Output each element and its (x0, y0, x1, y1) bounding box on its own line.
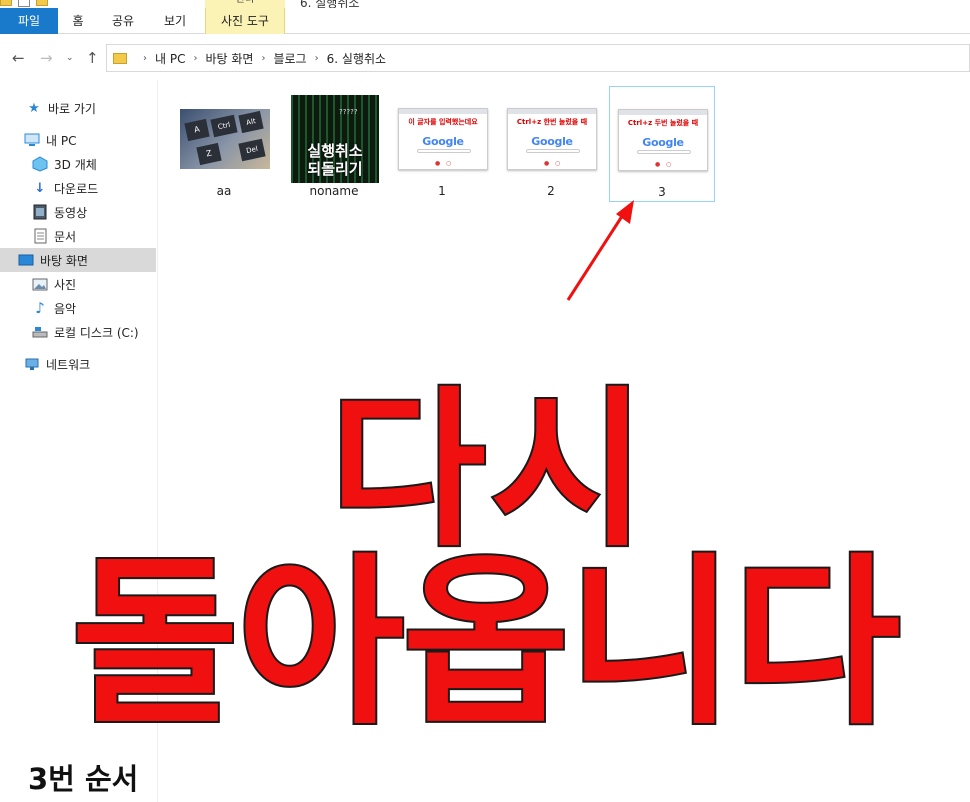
sidebar-item-label: 음악 (54, 301, 77, 316)
file-item-3[interactable]: Ctrl+z 두번 눌렀을 때 Google ● ○ 3 (609, 86, 715, 202)
thumb-note: Ctrl+z 두번 눌렀을 때 (627, 119, 699, 127)
key-label: Del (238, 138, 266, 162)
image-thumbnail: 이 글자를 입력했는데요 Google ● ○ (398, 94, 488, 184)
ribbon-tabs: 파일 홈 공유 보기 사진 도구 (0, 8, 970, 34)
address-bar[interactable]: › 내 PC › 바탕 화면 › 블로그 › 6. 실행취소 (106, 44, 970, 72)
sidebar-item-label: 바탕 화면 (40, 253, 88, 268)
image-thumbnail: Ctrl+z 한번 눌렀을 때 Google ● ○ (507, 94, 597, 184)
pc-icon (24, 132, 40, 148)
matrix-image: ????? 실행취소 되돌리기 (291, 95, 379, 183)
key-label: Z (196, 142, 222, 166)
breadcrumb-current[interactable]: 6. 실행취소 (327, 50, 386, 67)
breadcrumb-separator-icon: › (193, 52, 198, 64)
properties-icon[interactable] (18, 0, 30, 7)
browser-screenshot: Ctrl+z 두번 눌렀을 때 Google ● ○ (618, 109, 708, 171)
desktop-icon (18, 252, 34, 268)
browser-screenshot: Ctrl+z 한번 눌렀을 때 Google ● ○ (507, 108, 597, 170)
tab-file[interactable]: 파일 (0, 8, 58, 34)
video-icon (32, 204, 48, 220)
file-item-aa[interactable]: A Ctrl Alt Z Del aa (172, 86, 278, 202)
file-name: aa (216, 184, 232, 198)
google-logo: Google (422, 135, 464, 148)
browser-screenshot: 이 글자를 입력했는데요 Google ● ○ (398, 108, 488, 170)
music-icon: ♪ (35, 299, 45, 317)
title-bar: 관리 6. 실행취소 (0, 0, 970, 10)
step-caption: 3번 순서 (28, 756, 139, 798)
file-item-noname[interactable]: ????? 실행취소 되돌리기 noname (282, 86, 388, 202)
tab-view[interactable]: 보기 (150, 8, 200, 34)
sidebar-item-this-pc[interactable]: 내 PC (0, 128, 156, 152)
overlay-heading-line2: 돌아옵니다 (69, 535, 902, 751)
sidebar-item-downloads[interactable]: ↓ 다운로드 (0, 176, 156, 200)
file-name: noname (309, 184, 359, 198)
context-group-label: 관리 (205, 0, 285, 8)
forward-arrow-icon[interactable]: → (40, 49, 53, 67)
cube-icon (32, 156, 48, 172)
sidebar-item-documents[interactable]: 문서 (0, 224, 156, 248)
star-icon: ★ (28, 100, 40, 116)
image-thumbnail: A Ctrl Alt Z Del (180, 94, 270, 184)
download-icon: ↓ (34, 180, 46, 196)
sidebar-item-quick-access[interactable]: ★ 바로 가기 (0, 96, 156, 120)
tab-picture-tools[interactable]: 사진 도구 (205, 8, 285, 34)
sidebar-item-pictures[interactable]: 사진 (0, 272, 156, 296)
key-label: A (184, 118, 210, 142)
thumb-note: Ctrl+z 한번 눌렀을 때 (516, 118, 588, 126)
file-item-2[interactable]: Ctrl+z 한번 눌렀을 때 Google ● ○ 2 (499, 86, 605, 202)
sidebar-item-desktop[interactable]: 바탕 화면 (0, 248, 156, 272)
thumb-text-line1: 실행취소 (307, 142, 363, 160)
google-logo: Google (642, 136, 684, 149)
thumb-note: 이 글자를 입력했는데요 (408, 118, 478, 126)
file-name: 1 (438, 184, 446, 198)
breadcrumb-separator-icon: › (314, 52, 319, 64)
breadcrumb-blog[interactable]: 블로그 (273, 50, 306, 67)
picture-icon (32, 276, 48, 292)
image-thumbnail: ????? 실행취소 되돌리기 (290, 94, 380, 184)
folder-icon[interactable] (0, 0, 12, 6)
sidebar-item-label: 동영상 (54, 205, 88, 220)
keyboard-photo: A Ctrl Alt Z Del (180, 109, 270, 169)
google-logo: Google (531, 135, 573, 148)
sidebar-item-3d-objects[interactable]: 3D 개체 (0, 152, 156, 176)
key-label: Ctrl (210, 114, 238, 138)
sidebar-item-label: 문서 (54, 229, 77, 244)
breadcrumb-separator-icon: › (143, 52, 147, 64)
document-icon (32, 228, 48, 244)
up-arrow-icon[interactable]: ↑ (86, 49, 99, 67)
folder-icon (113, 52, 127, 64)
thumb-text-line2: 되돌리기 (307, 160, 363, 178)
tab-share[interactable]: 공유 (100, 8, 146, 34)
tab-home[interactable]: 홈 (60, 8, 96, 34)
sidebar-item-videos[interactable]: 동영상 (0, 200, 156, 224)
file-item-1[interactable]: 이 글자를 입력했는데요 Google ● ○ 1 (390, 86, 496, 202)
sidebar-item-label: 바로 가기 (48, 101, 96, 116)
sidebar-item-label: 3D 개체 (54, 157, 97, 172)
sidebar-item-label: 사진 (54, 277, 77, 292)
new-folder-icon[interactable] (36, 0, 48, 6)
breadcrumb-desktop[interactable]: 바탕 화면 (205, 50, 253, 67)
breadcrumb-separator-icon: › (261, 52, 266, 64)
back-arrow-icon[interactable]: ← (12, 49, 25, 67)
sidebar-item-label: 내 PC (46, 133, 77, 148)
sidebar-item-label: 다운로드 (54, 181, 99, 196)
recent-locations-chevron-icon[interactable]: ⌄ (66, 53, 74, 63)
image-thumbnail: Ctrl+z 두번 눌렀을 때 Google ● ○ (618, 95, 708, 185)
red-arrow-annotation (566, 200, 634, 301)
key-label: Alt (238, 110, 264, 134)
breadcrumb-pc[interactable]: 내 PC (155, 50, 185, 67)
question-marks: ????? (339, 108, 358, 116)
quick-access-toolbar (0, 0, 48, 8)
sidebar-item-music[interactable]: ♪ 음악 (0, 296, 156, 320)
